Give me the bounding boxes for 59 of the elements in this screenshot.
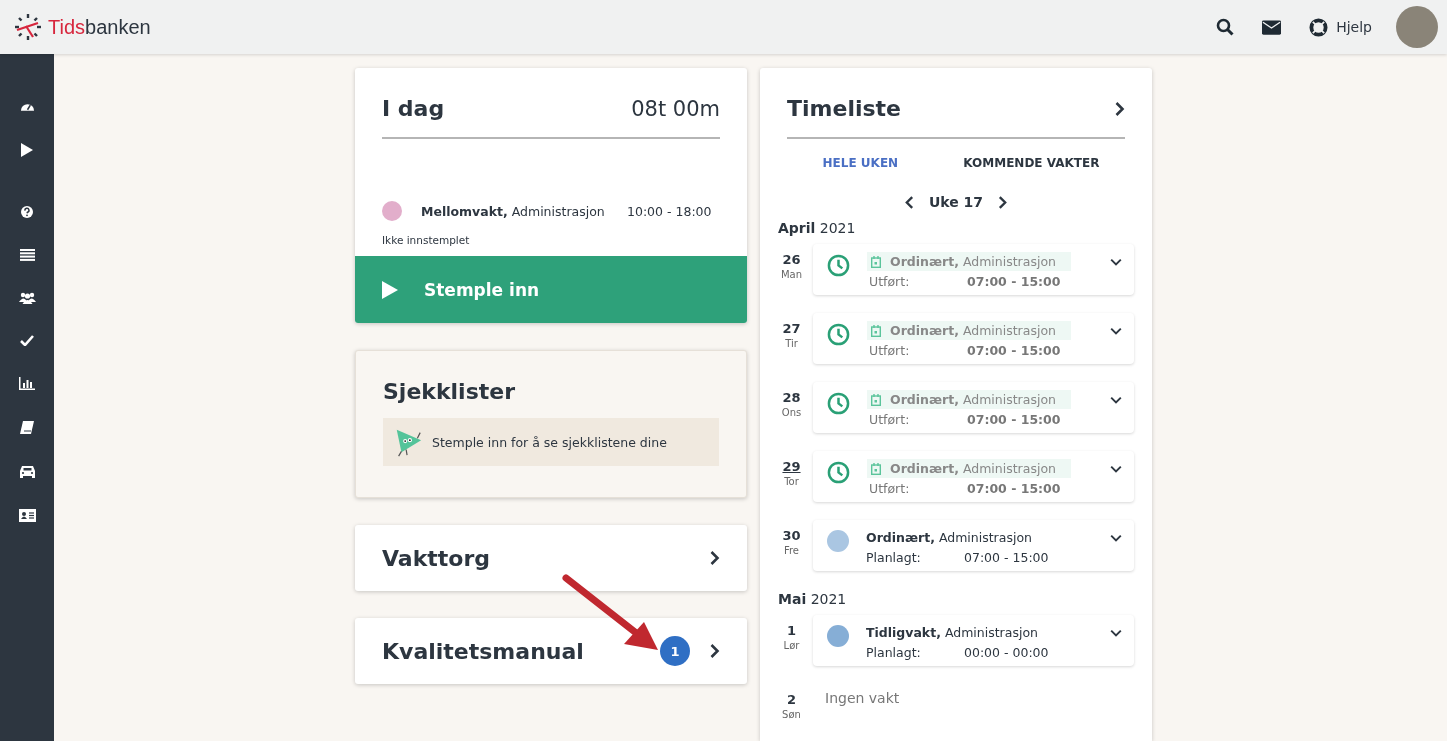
day-number: 26 [782, 252, 801, 267]
shift-time: 07:00 - 15:00 [964, 550, 1049, 565]
card-title: Timeliste [787, 96, 901, 121]
shift-status: Planlagt: [866, 645, 922, 660]
shift-card[interactable]: Ordinært, Administrasjon Utført: 07:00 - 15:00 [813, 313, 1134, 364]
shift-card[interactable]: Tidligvakt, Administrasjon Planlagt: 00:00 - 00:00 [813, 615, 1134, 666]
link-card[interactable]: Vakttorg [355, 525, 747, 591]
day-number: 29 [782, 459, 801, 474]
weekday: Lør [783, 640, 800, 651]
shift-time: 00:00 - 00:00 [964, 645, 1049, 660]
shift-name: Ordinært, Administrasjon [890, 461, 1056, 476]
day-number: 28 [782, 390, 801, 405]
shift-time: 07:00 - 15:00 [967, 412, 1061, 427]
day-number: 30 [782, 528, 801, 543]
help-link[interactable]: Hjelp [1309, 17, 1372, 37]
month-heading: April 2021 [777, 219, 857, 236]
shift-name: Mellomvakt, Administrasjon [421, 203, 606, 219]
weekday: Tor [784, 476, 799, 487]
shift-name: Tidligvakt, Administrasjon [866, 625, 1038, 640]
shift-time: 07:00 - 15:00 [967, 343, 1061, 358]
month-heading: Mai 2021 [777, 590, 848, 607]
shift-status: Utført: [869, 274, 911, 289]
shift-status: Utført: [869, 343, 911, 358]
shift-name: Ordinært, Administrasjon [866, 530, 1032, 545]
shift-card[interactable]: Ordinært, Administrasjon Planlagt: 07:00 - 15:00 [813, 520, 1134, 571]
weekday: Tir [785, 338, 798, 349]
weekday: Ons [781, 407, 802, 418]
info-message: Stemple inn for å se sjekklistene dine [432, 434, 667, 450]
day-number: 27 [782, 321, 801, 336]
shift-status: Planlagt: [866, 550, 922, 565]
tab[interactable]: KOMMENDE VAKTER [959, 154, 1104, 172]
weekday: Søn [782, 709, 801, 720]
clock-status: Ikke innstemplet [381, 233, 471, 248]
shift-card[interactable]: Ordinært, Administrasjon Utført: 07:00 - 15:00 [813, 382, 1134, 433]
day-number: 2 [786, 692, 796, 707]
shift-card[interactable]: Ordinært, Administrasjon Utført: 07:00 - 15:00 [813, 451, 1134, 502]
total-hours: 08t 00m [631, 96, 720, 121]
shift-status: Utført: [869, 412, 911, 427]
day-number: 1 [786, 623, 796, 638]
link-card[interactable]: Kvalitetsmanual 1 [355, 618, 747, 684]
tab[interactable]: HELE UKEN [818, 154, 903, 172]
card-title: I dag [382, 96, 445, 121]
shift-time: 07:00 - 15:00 [967, 481, 1061, 496]
shift-card[interactable]: Ordinært, Administrasjon Utført: 07:00 - 15:00 [813, 244, 1134, 295]
shift-name: Ordinært, Administrasjon [890, 254, 1056, 269]
week-label: Uke 17 [928, 194, 984, 210]
no-shift-text: Ingen vakt [825, 690, 900, 706]
shift-name: Ordinært, Administrasjon [890, 323, 1056, 338]
logo-text[interactable]: Tidsbanken [48, 15, 151, 39]
shift-time: 07:00 - 15:00 [967, 274, 1061, 289]
shift-status: Utført: [869, 481, 911, 496]
card-title: Kvalitetsmanual [382, 638, 584, 664]
card-title: Sjekklister [383, 379, 517, 404]
card-title: Vakttorg [382, 545, 491, 571]
weekday: Man [780, 269, 803, 280]
shift-time: 10:00 - 18:00 [627, 203, 712, 219]
count-badge: 1 [660, 636, 690, 666]
weekday: Fre [783, 545, 800, 556]
shift-name: Ordinært, Administrasjon [890, 392, 1056, 407]
